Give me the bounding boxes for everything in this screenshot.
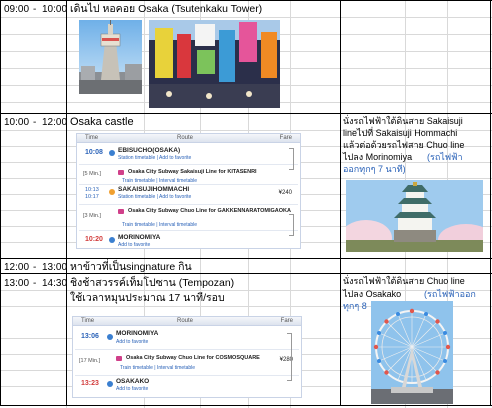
row1-activity: เดินไป หอคอย Osaka (Tsutenkaku Tower) bbox=[70, 3, 263, 15]
arrival-time: 13:23 bbox=[81, 380, 99, 387]
row4-frequency-link[interactable]: ทุกๆ 8 bbox=[343, 300, 367, 313]
fare: ¥240 bbox=[278, 190, 292, 196]
leg-duration: [5 Min.] bbox=[83, 171, 102, 177]
leg-duration: [17 Min.] bbox=[79, 358, 101, 364]
row3-dash: - bbox=[33, 262, 37, 273]
row2-dash: - bbox=[33, 117, 37, 128]
column-border bbox=[340, 0, 341, 406]
row2-note-line: lineไปที่ Sakaisuji Hommachi bbox=[343, 128, 458, 138]
row4-dash: - bbox=[33, 278, 37, 289]
route-head-fare: Fare bbox=[280, 318, 293, 324]
route-result-card: Time Route Fare 10:08 EBISUCHO(OSAKA) St… bbox=[76, 133, 301, 249]
gridline bbox=[0, 17, 492, 18]
leg-duration: [3 Min.] bbox=[83, 213, 102, 219]
route-leg: [5 Min.] Osaka City Subway Sakaisuji Lin… bbox=[77, 165, 300, 184]
route-stop: 10:13 10:17 SAKAISUJIHOMMACHI Station ti… bbox=[77, 185, 300, 203]
tempozan-ferris-wheel-photo bbox=[371, 301, 453, 404]
timetable-links[interactable]: Train timetable | Interval timetable bbox=[122, 222, 197, 228]
itinerary-sheet: 09:00 - 10:00 เดินไป หอคอย Osaka (Tsuten… bbox=[0, 0, 492, 408]
row2-note-line: นั่งรถไฟฟ้าใต้ดินสาย Sakaisuji bbox=[343, 116, 463, 126]
row3-start: 12:00 bbox=[4, 262, 30, 273]
row4-start: 13:00 bbox=[4, 278, 30, 289]
line-name: Osaka City Subway Sakaisuji Line for KIT… bbox=[128, 169, 257, 175]
route-leg: [3 Min.] Osaka City Subway Chuo Line for… bbox=[77, 205, 300, 229]
station-links[interactable]: Station timetable | Add to favorite bbox=[118, 194, 191, 200]
bracket-icon bbox=[289, 148, 294, 170]
route-stop: 13:23 OSAKAKO Add to favorite bbox=[73, 376, 301, 396]
bracket-icon bbox=[289, 214, 294, 236]
transfer-icon bbox=[109, 189, 115, 195]
route-head-time: Time bbox=[81, 318, 95, 324]
row2-frequency-link[interactable]: ออกทุกๆ 7 นาที) bbox=[343, 163, 406, 176]
row1-dash: - bbox=[33, 4, 37, 15]
column-border bbox=[66, 0, 67, 406]
row3-activity: หาข้าวที่เป็นsingnature กิน bbox=[70, 261, 192, 273]
row2-note-line: ไปลง Morinomiya bbox=[343, 152, 413, 162]
route-leg: [17 Min.] Osaka City Subway Chuo Line fo… bbox=[73, 350, 301, 374]
row2-note-line: แล้วต่อด้วยรถไฟสาย Chuo line bbox=[343, 140, 465, 150]
column-border bbox=[490, 0, 491, 406]
route-header: Time Route Fare bbox=[73, 317, 301, 326]
row3-end: 13:00 bbox=[42, 262, 68, 273]
row2-end: 12:00 bbox=[42, 117, 68, 128]
route-header: Time Route Fare bbox=[77, 134, 300, 143]
route-head-time: Time bbox=[85, 135, 99, 141]
row-border bbox=[0, 258, 492, 259]
bracket-icon bbox=[287, 333, 292, 381]
departure-time: 13:06 bbox=[81, 333, 99, 340]
station-name: SAKAISUJIHOMMACHI bbox=[118, 186, 190, 193]
route-head-route: Route bbox=[177, 135, 194, 141]
dotonbori-signs-photo bbox=[149, 20, 280, 108]
column-border bbox=[0, 0, 1, 406]
row-border bbox=[0, 405, 492, 406]
route-stop: 10:20 MORINOMIYA Add to favorite bbox=[77, 231, 300, 249]
train-icon bbox=[118, 170, 124, 175]
route-stop: 10:08 EBISUCHO(OSAKA) Station timetable … bbox=[77, 145, 300, 163]
tsutenkaku-tower-photo bbox=[79, 20, 142, 94]
departure-time: 10:08 bbox=[85, 149, 103, 156]
row4-note-line: ไปลง Osakako bbox=[343, 289, 402, 299]
osaka-castle-photo bbox=[346, 180, 483, 252]
row1-start: 09:00 bbox=[4, 4, 30, 15]
timetable-links[interactable]: Train timetable | Interval timetable bbox=[120, 365, 195, 371]
row4-activity: ชิงช้าสวรรค์เท็มโปซาน (Tempozan) bbox=[70, 277, 235, 289]
row-border bbox=[0, 0, 492, 1]
route-head-route: Route bbox=[177, 318, 194, 324]
row-border bbox=[0, 113, 492, 114]
line-name: Osaka City Subway Chuo Line for GAKKENNA… bbox=[128, 208, 291, 214]
row2-frequency-link[interactable]: (รถไฟฟ้า bbox=[427, 151, 463, 164]
station-icon bbox=[107, 381, 113, 387]
gridline bbox=[0, 290, 492, 291]
station-links[interactable]: Add to favorite bbox=[116, 339, 148, 345]
station-name: MORINOMIYA bbox=[118, 234, 161, 241]
arrival-time: 10:20 bbox=[85, 236, 103, 243]
route-stop: 13:06 MORINOMIYA Add to favorite bbox=[73, 328, 301, 348]
line-name: Osaka City Subway Chuo Line for COSMOSQU… bbox=[126, 355, 260, 361]
row2-activity: Osaka castle bbox=[70, 116, 134, 128]
station-icon bbox=[107, 334, 113, 340]
arrival-time: 10:13 bbox=[85, 187, 99, 193]
station-links[interactable]: Add to favorite bbox=[118, 242, 150, 248]
row2-start: 10:00 bbox=[4, 117, 30, 128]
station-icon bbox=[109, 237, 115, 243]
row4-end: 14:30 bbox=[42, 278, 68, 289]
departure-time: 10:17 bbox=[85, 194, 99, 200]
station-links[interactable]: Station timetable | Add to favorite bbox=[118, 155, 191, 161]
station-name: MORINOMIYA bbox=[116, 330, 159, 337]
station-name: EBISUCHO(OSAKA) bbox=[118, 147, 181, 154]
row4-frequency-link[interactable]: (รถไฟฟ้าออก bbox=[424, 288, 476, 301]
station-links[interactable]: Add to favorite bbox=[116, 386, 148, 392]
route-head-fare: Fare bbox=[279, 135, 292, 141]
train-icon bbox=[118, 209, 124, 214]
station-icon bbox=[109, 150, 115, 156]
station-name: OSAKAKO bbox=[116, 378, 150, 385]
row4-activity-note: ใช้เวลาหมุนประมาณ 17 นาที/รอบ bbox=[70, 292, 225, 304]
row4-note-line: นั่งรถไฟฟ้าใต้ดินสาย Chuo line bbox=[343, 276, 465, 286]
row1-end: 10:00 bbox=[42, 4, 68, 15]
route-result-card: Time Route Fare 13:06 MORINOMIYA Add to … bbox=[72, 316, 302, 398]
train-icon bbox=[116, 356, 122, 361]
